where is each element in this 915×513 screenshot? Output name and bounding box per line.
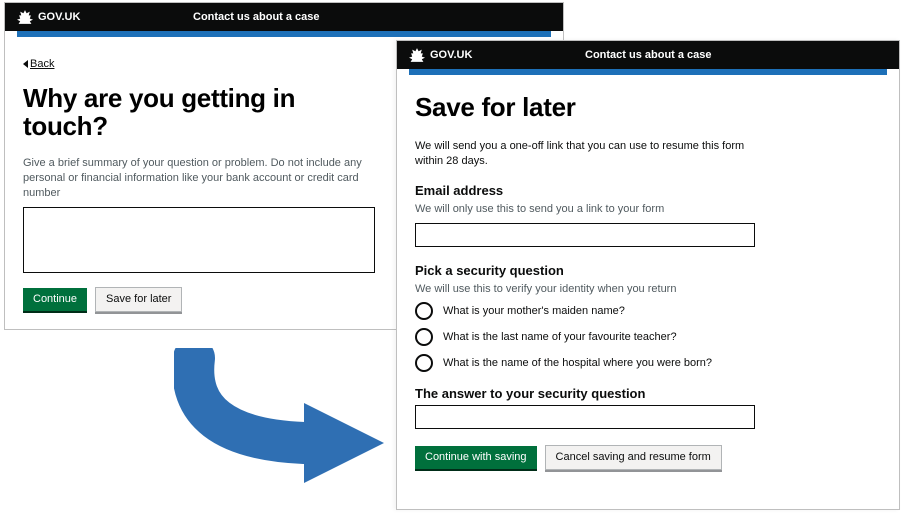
header-bar: GOV.UK Contact us about a case — [5, 3, 563, 31]
security-question-hint: We will use this to verify your identity… — [415, 282, 755, 297]
govuk-logo[interactable]: GOV.UK — [17, 10, 80, 24]
radio-label: What is the name of the hospital where y… — [443, 357, 712, 369]
radio-label: What is your mother's maiden name? — [443, 305, 625, 317]
page-title: Save for later — [415, 93, 881, 121]
button-row: Continue with saving Cancel saving and r… — [415, 445, 881, 470]
email-field[interactable] — [415, 223, 755, 247]
answer-label: The answer to your security question — [415, 386, 881, 401]
intro-text: We will send you a one-off link that you… — [415, 139, 755, 169]
govuk-wordmark: GOV.UK — [38, 11, 80, 23]
chevron-left-icon — [23, 60, 28, 68]
continue-with-saving-button[interactable]: Continue with saving — [415, 446, 537, 469]
email-hint: We will only use this to send you a link… — [415, 202, 755, 217]
cancel-saving-button[interactable]: Cancel saving and resume form — [545, 445, 722, 470]
page-title: Why are you getting in touch? — [23, 84, 343, 140]
header-bar: GOV.UK Contact us about a case — [397, 41, 899, 69]
radio-icon — [415, 328, 433, 346]
summary-textarea[interactable] — [23, 207, 375, 273]
crown-icon — [409, 48, 425, 62]
radio-label: What is the last name of your favourite … — [443, 331, 677, 343]
radio-icon — [415, 302, 433, 320]
radio-icon — [415, 354, 433, 372]
flow-arrow-icon — [174, 348, 394, 488]
govuk-logo[interactable]: GOV.UK — [409, 48, 472, 62]
email-label: Email address — [415, 183, 881, 198]
save-for-later-button[interactable]: Save for later — [95, 287, 182, 312]
crown-icon — [17, 10, 33, 24]
back-link-text: Back — [30, 58, 54, 70]
security-question-label: Pick a security question — [415, 263, 881, 278]
service-name[interactable]: Contact us about a case — [585, 49, 712, 61]
security-question-radios: What is your mother's maiden name? What … — [415, 302, 881, 372]
back-link[interactable]: Back — [23, 58, 54, 70]
summary-hint: Give a brief summary of your question or… — [23, 156, 363, 201]
form-page-save-for-later: GOV.UK Contact us about a case Save for … — [396, 40, 900, 510]
service-name[interactable]: Contact us about a case — [193, 11, 320, 23]
answer-field[interactable] — [415, 405, 755, 429]
radio-option[interactable]: What is your mother's maiden name? — [415, 302, 881, 320]
radio-option[interactable]: What is the name of the hospital where y… — [415, 354, 881, 372]
govuk-wordmark: GOV.UK — [430, 49, 472, 61]
radio-option[interactable]: What is the last name of your favourite … — [415, 328, 881, 346]
continue-button[interactable]: Continue — [23, 288, 87, 311]
